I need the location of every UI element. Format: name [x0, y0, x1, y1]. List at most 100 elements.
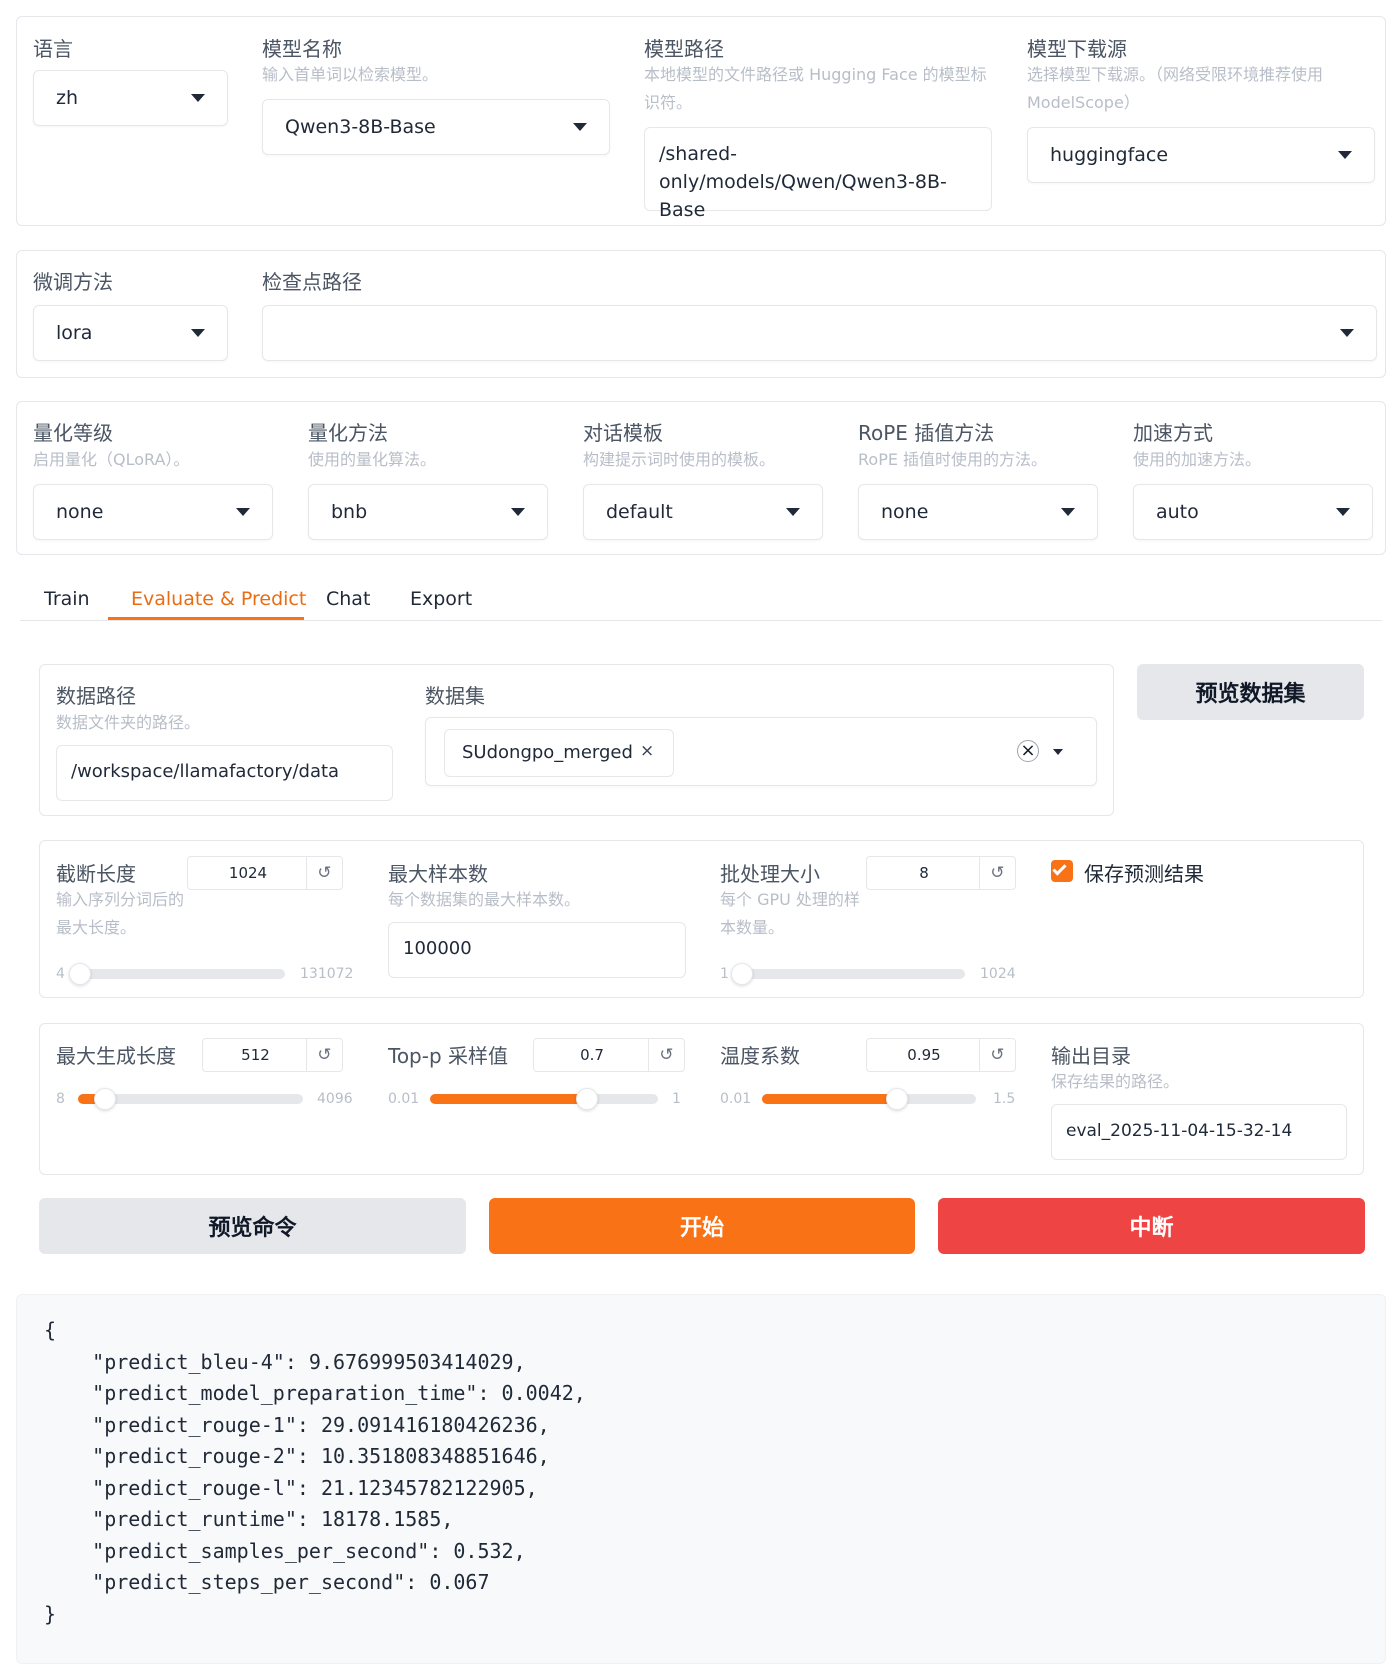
max-new-tokens-min: 8: [56, 1091, 65, 1107]
template-label: 对话模板: [583, 421, 663, 445]
max-new-tokens-slider[interactable]: [78, 1088, 303, 1110]
booster-value: auto: [1156, 501, 1199, 523]
quant-bit-select[interactable]: none: [33, 484, 273, 540]
tab-train[interactable]: Train: [44, 588, 90, 610]
temperature-slider[interactable]: [762, 1088, 976, 1110]
chevron-down-icon: [1338, 151, 1352, 159]
model-name-label: 模型名称: [262, 37, 342, 61]
max-new-tokens-label: 最大生成长度: [56, 1044, 176, 1068]
checkpoint-select[interactable]: [262, 305, 1377, 361]
top-p-min: 0.01: [388, 1091, 420, 1107]
top-p-slider[interactable]: [430, 1088, 658, 1110]
reset-icon[interactable]: ↺: [306, 857, 342, 889]
max-samples-info: 每个数据集的最大样本数。: [388, 890, 581, 909]
batch-size-max: 1024: [980, 966, 1016, 982]
reset-icon[interactable]: ↺: [648, 1039, 684, 1071]
dataset-chip: SUdongpo_merged ×: [444, 729, 674, 777]
stop-button[interactable]: 中断: [938, 1198, 1365, 1254]
top-p-slider-fill: [430, 1094, 588, 1104]
lang-select[interactable]: zh: [33, 70, 228, 126]
cutoff-label: 截断长度: [56, 862, 136, 886]
chevron-down-icon: [191, 94, 205, 102]
top-p-max: 1: [672, 1091, 681, 1107]
rope-info: RoPE 插值时使用的方法。: [858, 450, 1048, 469]
cutoff-value: 1024: [228, 864, 268, 882]
finetune-method-label: 微调方法: [33, 270, 113, 294]
dataset-multiselect[interactable]: SUdongpo_merged × ×: [425, 717, 1097, 786]
dataset-chip-label: SUdongpo_merged: [462, 742, 633, 763]
max-new-tokens-number-input[interactable]: 512 ↺: [202, 1038, 343, 1072]
active-tab-indicator: [108, 617, 304, 620]
model-path-input[interactable]: /shared-only/models/Qwen/Qwen3-8B-Base: [644, 127, 992, 221]
rope-select[interactable]: none: [858, 484, 1098, 540]
model-name-select[interactable]: Qwen3-8B-Base: [262, 99, 610, 155]
top-p-number-input[interactable]: 0.7 ↺: [533, 1038, 685, 1072]
reset-icon[interactable]: ↺: [979, 1039, 1015, 1071]
cutoff-slider[interactable]: [69, 963, 285, 985]
batch-size-number-input[interactable]: 8 ↺: [866, 856, 1016, 890]
chevron-down-icon[interactable]: [1053, 749, 1063, 755]
temperature-value: 0.95: [907, 1046, 941, 1064]
reset-icon[interactable]: ↺: [979, 857, 1015, 889]
cutoff-number-input[interactable]: 1024 ↺: [187, 856, 343, 890]
cutoff-max: 131072: [300, 966, 354, 982]
lang-label: 语言: [33, 37, 73, 61]
batch-size-slider[interactable]: [731, 963, 965, 985]
hub-select[interactable]: huggingface: [1027, 127, 1375, 183]
temperature-slider-fill: [762, 1094, 897, 1104]
batch-size-label: 批处理大小: [720, 862, 820, 886]
quant-method-select[interactable]: bnb: [308, 484, 548, 540]
temperature-slider-handle[interactable]: [885, 1088, 908, 1110]
tab-chat[interactable]: Chat: [326, 588, 370, 610]
output-dir-label: 输出目录: [1051, 1044, 1131, 1068]
chevron-down-icon: [1336, 508, 1350, 516]
checkmark-icon: [1052, 861, 1067, 876]
start-button[interactable]: 开始: [489, 1198, 915, 1254]
quant-method-info: 使用的量化算法。: [308, 450, 437, 469]
finetune-method-select[interactable]: lora: [33, 305, 228, 361]
chevron-down-icon: [1061, 508, 1075, 516]
lang-value: zh: [56, 87, 79, 109]
reset-icon[interactable]: ↺: [306, 1039, 342, 1071]
chevron-down-icon: [573, 123, 587, 131]
quant-bit-info: 启用量化（QLoRA）。: [33, 450, 190, 469]
booster-select[interactable]: auto: [1133, 484, 1373, 540]
chevron-down-icon: [786, 508, 800, 516]
predict-checkbox[interactable]: [1051, 860, 1073, 882]
dataset-dir-info: 数据文件夹的路径。: [56, 713, 201, 732]
output-dir-input[interactable]: eval_2025-11-04-15-32-14: [1051, 1104, 1347, 1160]
temperature-max: 1.5: [993, 1091, 1016, 1107]
hub-info: 选择模型下载源。（网络受限环境推荐使用 ModelScope）: [1027, 65, 1324, 112]
chip-remove-icon[interactable]: ×: [640, 741, 654, 761]
hub-value: huggingface: [1050, 144, 1169, 166]
tab-evaluate-predict[interactable]: Evaluate & Predict: [131, 588, 306, 610]
output-dir-info: 保存结果的路径。: [1051, 1072, 1180, 1091]
model-path-label: 模型路径: [644, 37, 724, 61]
template-select[interactable]: default: [583, 484, 823, 540]
max-samples-label: 最大样本数: [388, 862, 488, 886]
dataset-dir-label: 数据路径: [56, 684, 136, 708]
predict-checkbox-label[interactable]: 保存预测结果: [1084, 858, 1204, 887]
max-new-tokens-max: 4096: [317, 1091, 353, 1107]
chevron-down-icon: [511, 508, 525, 516]
chevron-down-icon: [236, 508, 250, 516]
checkpoint-label: 检查点路径: [262, 270, 362, 294]
max-new-tokens-slider-handle[interactable]: [94, 1088, 116, 1110]
quant-bit-label: 量化等级: [33, 421, 113, 445]
model-path-info: 本地模型的文件路径或 Hugging Face 的模型标识符。: [644, 65, 987, 112]
dataset-label: 数据集: [425, 684, 485, 708]
model-name-value: Qwen3-8B-Base: [285, 116, 436, 138]
cutoff-info: 输入序列分词后的最大长度。: [56, 890, 185, 937]
booster-info: 使用的加速方法。: [1133, 450, 1262, 469]
cutoff-slider-handle[interactable]: [69, 963, 92, 985]
tab-export[interactable]: Export: [410, 588, 472, 610]
top-p-label: Top-p 采样值: [388, 1044, 509, 1068]
output-box: { "predict_bleu-4": 9.676999503414029, "…: [16, 1294, 1386, 1664]
preview-dataset-button[interactable]: 预览数据集: [1137, 664, 1364, 720]
clear-icon[interactable]: ×: [1017, 740, 1039, 762]
dataset-dir-input[interactable]: /workspace/llamafactory/data: [56, 745, 393, 801]
temperature-number-input[interactable]: 0.95 ↺: [866, 1038, 1016, 1072]
template-info: 构建提示词时使用的模板。: [583, 450, 776, 469]
max-samples-input[interactable]: 100000: [388, 922, 686, 978]
preview-command-button[interactable]: 预览命令: [39, 1198, 466, 1254]
